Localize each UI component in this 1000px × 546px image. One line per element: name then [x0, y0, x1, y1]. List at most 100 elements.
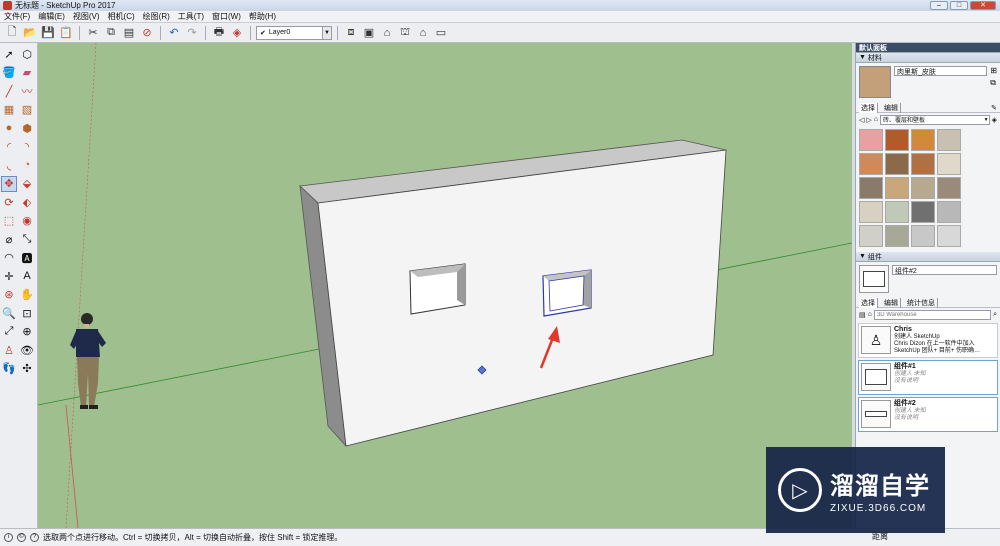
freehand-tool-icon[interactable]: 〰 [19, 83, 35, 99]
home-icon[interactable]: ⌂ [868, 311, 872, 318]
axes-tool-icon[interactable]: ✛ [1, 268, 17, 284]
component-name-field[interactable]: 组件#2 [892, 265, 997, 275]
line-tool-icon[interactable]: ╱ [1, 83, 17, 99]
menu-camera[interactable]: 相机(C) [104, 11, 139, 22]
two-point-arc-icon[interactable]: ◝ [19, 139, 35, 155]
erase-icon[interactable]: ⊘ [139, 25, 155, 41]
material-swatch[interactable] [885, 225, 909, 247]
material-swatch[interactable] [937, 153, 961, 175]
move-tool-icon[interactable]: ✥ [1, 175, 17, 192]
material-swatch[interactable] [937, 177, 961, 199]
model-viewport[interactable] [38, 43, 852, 528]
menu-draw[interactable]: 绘图(R) [139, 11, 174, 22]
previous-view-icon[interactable]: ⊕ [19, 324, 35, 340]
cut-icon[interactable]: ✂ [85, 25, 101, 41]
material-swatch[interactable] [885, 129, 909, 151]
3d-text-icon[interactable]: A [19, 268, 35, 284]
geo-location-icon[interactable]: i [4, 533, 13, 542]
collapse-icon[interactable]: ▼ [859, 54, 868, 61]
undo-icon[interactable]: ↶ [166, 25, 182, 41]
model-info-icon[interactable]: ◈ [229, 25, 245, 41]
dimension-tool-icon[interactable]: ⤡ [19, 231, 35, 247]
material-swatch[interactable] [885, 153, 909, 175]
sample-paint-icon[interactable]: ⧉ [990, 78, 997, 88]
material-swatch[interactable] [911, 153, 935, 175]
select-tool-icon[interactable]: ➚ [1, 46, 17, 62]
menu-edit[interactable]: 编辑(E) [34, 11, 69, 22]
push-pull-icon[interactable]: ⬙ [19, 176, 35, 192]
material-swatch[interactable] [911, 177, 935, 199]
tab-components-edit[interactable]: 编辑 [882, 297, 901, 308]
rotate-tool-icon[interactable]: ⟳ [1, 194, 17, 210]
right-view-icon[interactable]: ⌂ [415, 25, 431, 41]
material-swatch[interactable] [937, 129, 961, 151]
material-swatch[interactable] [937, 225, 961, 247]
paste-icon[interactable]: ▤ [121, 25, 137, 41]
material-swatch[interactable] [885, 177, 909, 199]
credits-icon[interactable]: © [17, 533, 26, 542]
iso-view-icon[interactable]: ▣ [361, 25, 377, 41]
top-view-icon[interactable]: ⌂ [379, 25, 395, 41]
material-library-dropdown[interactable]: 砖、覆层和壁板 ▼ [880, 114, 990, 125]
components-search-input[interactable] [873, 309, 992, 320]
details-arrow-icon[interactable]: ◈ [992, 116, 997, 124]
component-tool-icon[interactable]: ⬡ [19, 46, 35, 62]
print-icon[interactable]: 🖶 [211, 25, 227, 41]
tab-materials-select[interactable]: 选择 [859, 102, 878, 113]
open-file-icon[interactable]: 📂 [22, 25, 38, 41]
polygon-tool-icon[interactable]: ⬢ [19, 120, 35, 136]
zoom-extents-icon[interactable]: ⤢ [1, 324, 17, 340]
section-plane-icon[interactable]: ✣ [19, 361, 35, 377]
chevron-down-icon[interactable]: ▼ [984, 117, 989, 123]
copy-icon[interactable]: ⧉ [103, 25, 119, 41]
position-camera-icon[interactable]: ♙ [1, 342, 17, 358]
tab-components-select[interactable]: 选择 [859, 297, 878, 308]
material-swatch[interactable] [937, 201, 961, 223]
rectangle-tool-icon[interactable]: ▦ [1, 102, 17, 118]
paint-bucket-icon[interactable]: 🪣 [1, 65, 17, 81]
arc-tool-icon[interactable]: ◜ [1, 139, 17, 155]
menu-help[interactable]: 帮助(H) [245, 11, 280, 22]
material-swatch[interactable] [885, 201, 909, 223]
forward-arrow-icon[interactable]: ▷ [866, 116, 871, 124]
eraser-icon[interactable]: ▰ [19, 65, 35, 81]
create-material-icon[interactable]: ⊞ [990, 66, 997, 75]
pie-tool-icon[interactable]: ◔ [19, 157, 35, 173]
help-icon[interactable]: ? [30, 533, 39, 542]
layers-icon[interactable]: ⧈ [343, 25, 359, 41]
chevron-down-icon[interactable]: ▼ [322, 26, 331, 39]
minimize-button[interactable]: – [930, 1, 948, 10]
view-options-icon[interactable]: ▤ [859, 311, 866, 319]
material-swatch[interactable] [911, 129, 935, 151]
material-swatch[interactable] [859, 225, 883, 247]
orbit-tool-icon[interactable]: ⊛ [1, 287, 17, 303]
menu-tools[interactable]: 工具(T) [174, 11, 208, 22]
menu-window[interactable]: 窗口(W) [208, 11, 245, 22]
material-swatch[interactable] [859, 129, 883, 151]
close-button[interactable]: ✕ [970, 1, 996, 10]
eyedropper-icon[interactable]: ✎ [991, 104, 1000, 112]
component-item[interactable]: 组件#2 创建人 未知 没有说明 [858, 397, 998, 432]
home-icon[interactable]: ⌂ [874, 116, 878, 123]
zoom-tool-icon[interactable]: 🔍 [1, 305, 17, 321]
scale-tool-icon[interactable]: ⬚ [1, 213, 17, 229]
rotated-rectangle-icon[interactable]: ▧ [19, 102, 35, 118]
component-item[interactable]: 组件#1 创建人 未知 没有说明 [858, 360, 998, 395]
material-swatch[interactable] [859, 153, 883, 175]
tape-measure-icon[interactable]: ⌀ [1, 231, 17, 247]
search-icon[interactable]: ⌕ [993, 311, 997, 319]
layer-dropdown[interactable]: ✔ Layer0 ▼ [256, 25, 332, 40]
follow-me-icon[interactable]: ⬖ [19, 194, 35, 210]
scene-canvas[interactable] [38, 43, 852, 528]
component-item[interactable]: ♙ Chris 创建人 SketchUp Chris Dizon 在上一软件中加… [858, 323, 998, 358]
look-around-icon[interactable]: 👁 [19, 342, 35, 358]
back-arrow-icon[interactable]: ◁ [859, 116, 864, 124]
save-icon[interactable]: 💾 [40, 25, 56, 41]
materials-panel-header[interactable]: ▼ 材料 [856, 53, 1000, 63]
front-view-icon[interactable]: ⛫ [397, 25, 413, 41]
material-name-field[interactable]: 肉里斯_皮肤 [894, 66, 988, 76]
material-swatch[interactable] [859, 177, 883, 199]
menu-view[interactable]: 视图(V) [69, 11, 104, 22]
offset-tool-icon[interactable]: ◉ [19, 213, 35, 229]
components-panel-header[interactable]: ▼ 组件 [856, 252, 1000, 262]
